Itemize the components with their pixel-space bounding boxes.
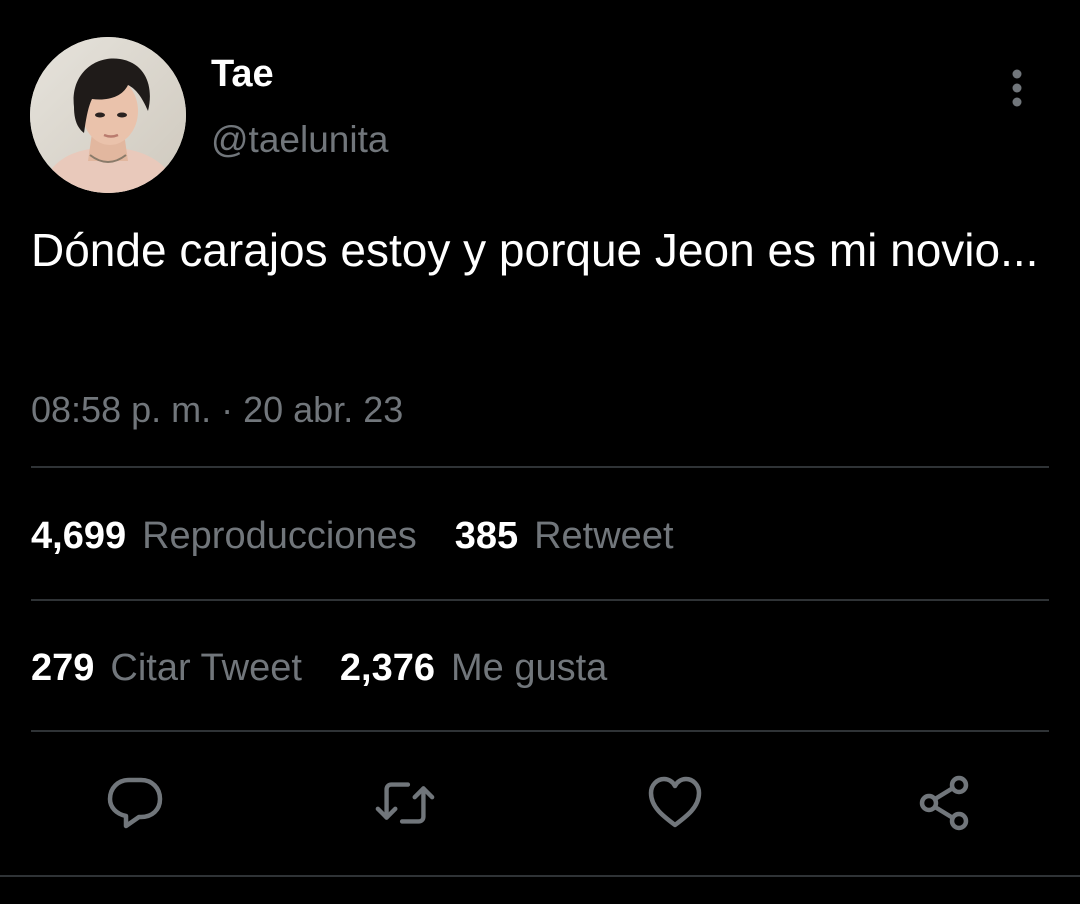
reply-bubble-icon	[107, 777, 163, 829]
divider	[31, 599, 1049, 601]
views-stat[interactable]: 4,699 Reproducciones	[31, 511, 417, 561]
quotes-count: 279	[31, 647, 95, 689]
tweet-timestamp[interactable]: 08:58 p. m. · 20 abr. 23	[31, 386, 403, 434]
more-options-button[interactable]	[996, 64, 1038, 112]
retweets-count: 385	[454, 515, 519, 557]
stats-row-quotes-likes: 279 Citar Tweet 2,376 Me gusta	[31, 643, 645, 693]
tweet-text: Dónde carajos estoy y porque Jeon es mi …	[31, 224, 1039, 276]
heart-icon	[648, 776, 702, 828]
divider	[0, 875, 1080, 877]
divider	[31, 466, 1049, 468]
avatar[interactable]	[30, 37, 186, 193]
display-name[interactable]: Tae	[211, 52, 274, 96]
likes-label: Me gusta	[450, 647, 608, 689]
quotes-stat[interactable]: 279 Citar Tweet	[31, 643, 302, 693]
like-button[interactable]	[643, 770, 707, 836]
views-label: Reproducciones	[142, 515, 417, 557]
avatar-image	[30, 37, 186, 193]
tweet-detail: Tae @taelunita Dónde carajos estoy y por…	[0, 0, 1080, 904]
retweets-label: Retweet	[534, 515, 674, 557]
share-button[interactable]	[913, 770, 977, 836]
more-vertical-icon	[1012, 69, 1022, 107]
retweets-stat[interactable]: 385 Retweet	[455, 511, 674, 561]
retweet-button[interactable]	[373, 770, 437, 836]
likes-stat[interactable]: 2,376 Me gusta	[340, 643, 607, 693]
divider	[31, 730, 1049, 732]
likes-count: 2,376	[339, 647, 435, 689]
share-icon	[919, 775, 969, 831]
retweet-icon	[375, 782, 435, 824]
user-handle[interactable]: @taelunita	[211, 118, 388, 162]
quotes-label: Citar Tweet	[110, 647, 302, 689]
stats-row-views-retweets: 4,699 Reproducciones 385 Retweet	[31, 511, 712, 561]
views-count: 4,699	[31, 515, 127, 557]
reply-button[interactable]	[103, 770, 167, 836]
